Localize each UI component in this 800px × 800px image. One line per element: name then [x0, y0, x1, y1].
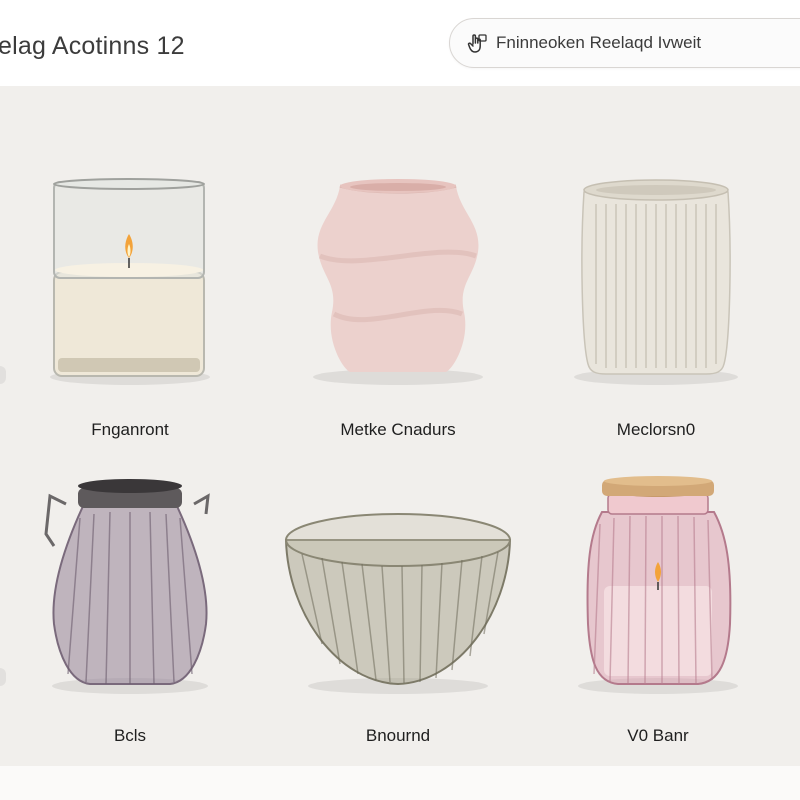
product-label: V0 Banr — [627, 726, 689, 745]
product-grid: Fnganront Metke Cnadurs Meclorsn0 Bcls B… — [0, 86, 800, 766]
glass-candle-jar-image — [50, 178, 210, 385]
wavy-ceramic-vase-image — [313, 179, 483, 385]
ribbed-ceramic-pot-image — [574, 179, 738, 385]
footer-band — [0, 766, 800, 800]
product-card-ribbed-glass-bowl[interactable]: Bnournd — [278, 474, 518, 764]
product-card-glass-candle-jar[interactable]: Fnganront — [10, 172, 250, 462]
product-label: Fnganront — [91, 420, 169, 439]
edge-shadow — [0, 366, 6, 384]
top-bar: elag Acotinns 12 — [0, 0, 800, 87]
search-input[interactable] — [496, 31, 796, 55]
page-title: elag Acotinns 12 — [0, 32, 185, 60]
search-box[interactable] — [449, 18, 800, 68]
product-label: Bnournd — [365, 726, 431, 745]
product-label: Bcls — [113, 726, 147, 745]
product-card-pink-ribbed-candle-jar[interactable]: V0 Banr — [538, 474, 778, 764]
product-card-ribbed-ceramic-pot[interactable]: Meclorsn0 — [536, 172, 776, 462]
filter-hand-icon — [467, 34, 487, 53]
clip-top-glass-jar-image — [44, 479, 210, 694]
product-label: Metke Cnadurs — [340, 420, 456, 439]
edge-shadow — [0, 668, 6, 686]
ribbed-glass-bowl-image — [284, 513, 512, 694]
product-card-clip-top-glass-jar[interactable]: Bcls — [10, 474, 250, 764]
product-label: Meclorsn0 — [616, 420, 696, 439]
pink-ribbed-candle-jar-image — [578, 476, 738, 694]
product-card-wavy-ceramic-vase[interactable]: Metke Cnadurs — [278, 172, 518, 462]
